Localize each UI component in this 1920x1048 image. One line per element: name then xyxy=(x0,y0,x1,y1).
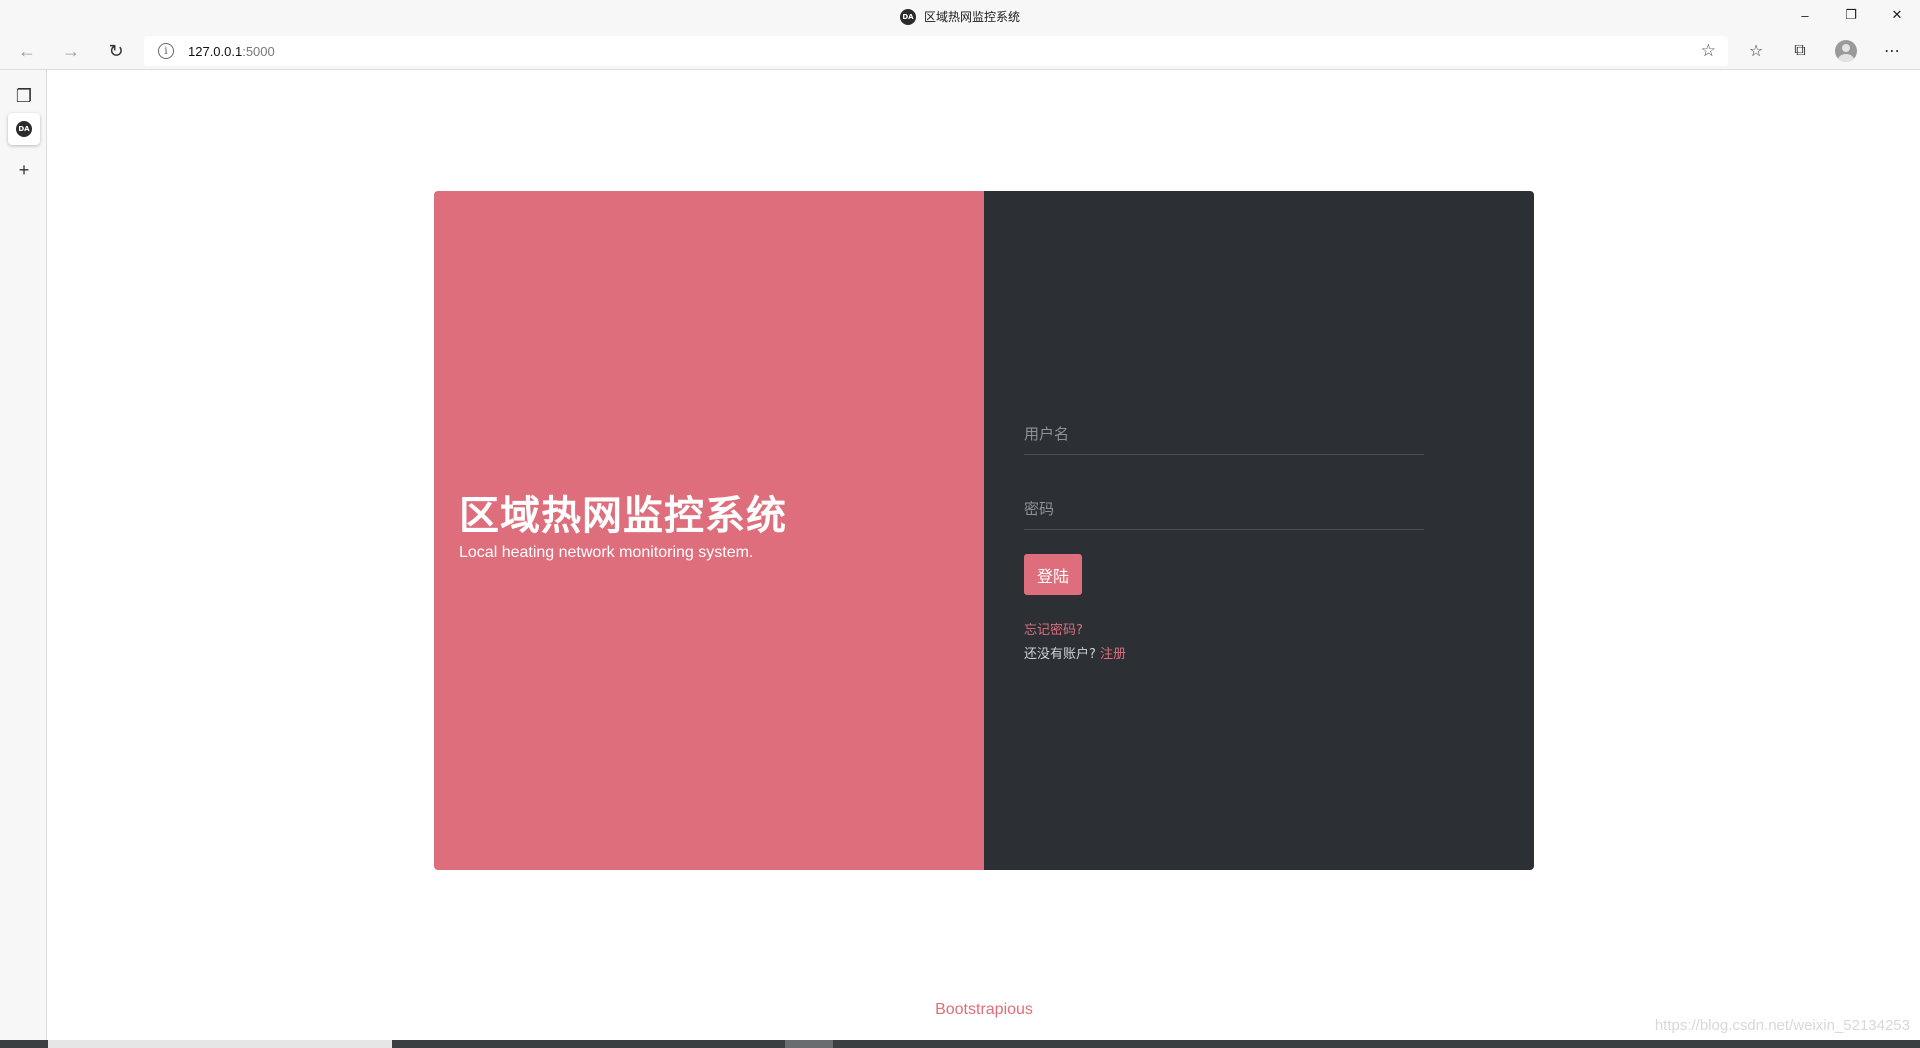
url-port: :5000 xyxy=(242,43,275,59)
footer-credit-text[interactable]: Bootstrapious xyxy=(935,1001,1033,1018)
login-form-panel: 登陆 忘记密码? 还没有账户? 注册 xyxy=(984,191,1534,870)
username-field-wrapper xyxy=(1024,413,1424,455)
more-options-icon[interactable]: ⋯ xyxy=(1875,37,1909,65)
login-card: 区域热网监控系统 Local heating network monitorin… xyxy=(434,191,1534,870)
new-tab-icon[interactable]: + xyxy=(8,154,40,186)
no-account-text: 还没有账户? xyxy=(1024,647,1096,662)
forgot-password-link[interactable]: 忘记密码? xyxy=(1024,619,1083,638)
page-viewport: 区域热网监控系统 Local heating network monitorin… xyxy=(48,71,1920,1040)
forward-icon[interactable]: → xyxy=(56,37,86,65)
tab-actions-icon[interactable]: ❐ xyxy=(8,80,40,112)
browser-toolbar: ← → ↻ i 127.0.0.1:5000 ☆ ☆ ⧉ ⋯ xyxy=(0,33,1920,70)
password-input[interactable] xyxy=(1024,488,1424,529)
back-icon[interactable]: ← xyxy=(12,37,42,65)
horizontal-scrollbar-track[interactable] xyxy=(48,1040,392,1048)
collections-icon[interactable]: ⧉ xyxy=(1783,37,1817,65)
close-window-icon[interactable]: ✕ xyxy=(1874,0,1920,30)
window-title: DA 区域热网监控系统 xyxy=(899,8,1020,25)
window-controls: – ❐ ✕ xyxy=(1782,0,1920,30)
refresh-icon[interactable]: ↻ xyxy=(101,37,131,65)
password-field-wrapper xyxy=(1024,488,1424,530)
favorites-icon[interactable]: ☆ xyxy=(1739,37,1773,65)
brand-panel: 区域热网监控系统 Local heating network monitorin… xyxy=(434,191,984,870)
minimize-icon[interactable]: – xyxy=(1782,0,1828,30)
register-link[interactable]: 注册 xyxy=(1100,647,1126,662)
window-title-text: 区域热网监控系统 xyxy=(923,10,1020,24)
restore-icon[interactable]: ❐ xyxy=(1828,0,1874,30)
username-input[interactable] xyxy=(1024,413,1424,454)
page-title: 区域热网监控系统 xyxy=(459,493,787,539)
browser-title-bar: DA 区域热网监控系统 – ❐ ✕ xyxy=(0,0,1920,33)
add-favorite-icon[interactable]: ☆ xyxy=(1701,41,1716,61)
watermark-text: https://blog.csdn.net/weixin_52134253 xyxy=(1654,1017,1910,1034)
login-button[interactable]: 登陆 xyxy=(1024,554,1082,595)
tab-favicon-icon: DA xyxy=(16,121,32,137)
url-host: 127.0.0.1 xyxy=(188,43,243,59)
vertical-tab-strip: ❐ DA + xyxy=(0,70,47,1040)
register-prompt: 还没有账户? 注册 xyxy=(1024,643,1126,662)
site-favicon-icon: DA xyxy=(899,8,916,25)
site-info-icon[interactable]: i xyxy=(158,43,174,59)
taskbar-item[interactable] xyxy=(785,1040,833,1048)
page-subtitle: Local heating network monitoring system. xyxy=(459,544,754,561)
taskbar-strip xyxy=(0,1040,1920,1048)
profile-icon[interactable] xyxy=(1829,37,1863,65)
footer-credit-link[interactable]: Bootstrapious xyxy=(48,1001,1920,1019)
vertical-tab-item[interactable]: DA xyxy=(8,113,40,145)
address-bar[interactable]: i 127.0.0.1:5000 ☆ xyxy=(144,36,1728,66)
